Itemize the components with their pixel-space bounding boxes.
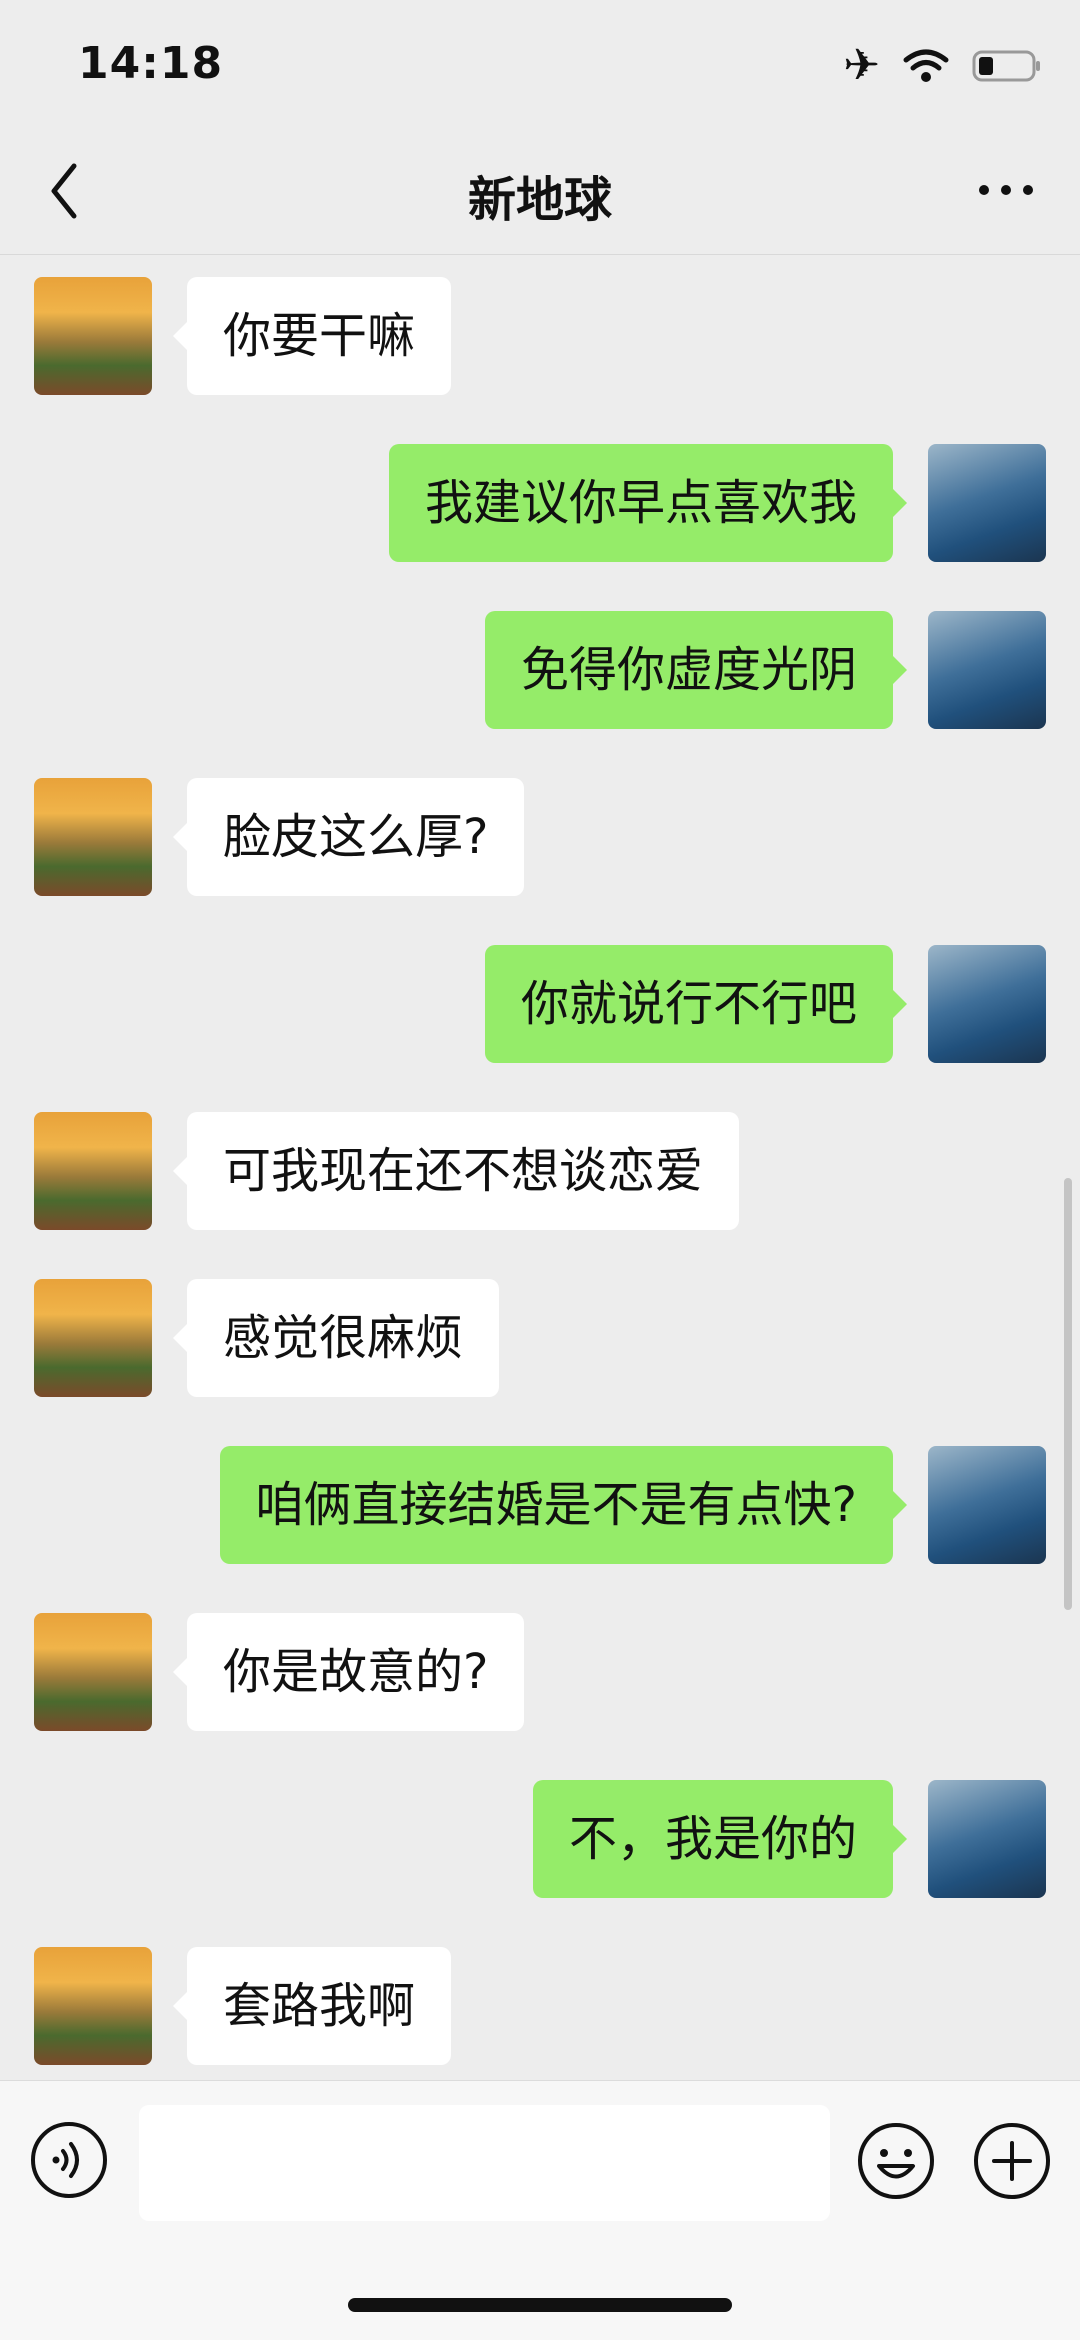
message-bubble[interactable]: 可我现在还不想谈恋爱 <box>172 1112 740 1230</box>
status-icons: ✈ <box>843 44 1042 88</box>
message-bubble[interactable]: 免得你虚度光阴 <box>484 611 908 729</box>
status-time: 14:18 <box>78 38 224 89</box>
message-row: 你要干嘛 <box>0 277 1080 397</box>
status-bar: 14:18 ✈ <box>0 0 1080 130</box>
wifi-icon <box>903 49 949 82</box>
contact-avatar[interactable] <box>34 778 152 896</box>
airplane-icon: ✈ <box>843 40 880 91</box>
chat-title: 新地球 <box>467 172 612 228</box>
message-bubble[interactable]: 套路我啊 <box>172 1947 452 2065</box>
voice-icon[interactable] <box>30 2121 108 2199</box>
message-row: 我建议你早点喜欢我 <box>0 444 1080 564</box>
message-bubble[interactable]: 不，我是你的 <box>532 1780 908 1898</box>
self-avatar[interactable] <box>928 945 1046 1063</box>
message-row: 感觉很麻烦 <box>0 1279 1080 1399</box>
scrollbar[interactable] <box>1064 1178 1072 1610</box>
message-bubble[interactable]: 你要干嘛 <box>172 277 452 395</box>
message-bubble[interactable]: 你就说行不行吧 <box>484 945 908 1063</box>
battery-icon <box>972 50 1040 82</box>
home-indicator[interactable] <box>348 2298 732 2312</box>
emoji-icon[interactable] <box>856 2121 936 2201</box>
message-bubble[interactable]: 感觉很麻烦 <box>172 1279 500 1397</box>
message-bubble[interactable]: 脸皮这么厚? <box>172 778 525 896</box>
message-row: 脸皮这么厚? <box>0 778 1080 898</box>
self-avatar[interactable] <box>928 611 1046 729</box>
message-bubble[interactable]: 你是故意的? <box>172 1613 525 1731</box>
message-row: 咱俩直接结婚是不是有点快? <box>0 1446 1080 1566</box>
contact-avatar[interactable] <box>34 277 152 395</box>
message-bubble[interactable]: 咱俩直接结婚是不是有点快? <box>219 1446 908 1564</box>
message-bubble[interactable]: 我建议你早点喜欢我 <box>388 444 908 562</box>
chat-area[interactable]: 你要干嘛 我建议你早点喜欢我 免得你虚度光阴 脸皮这么厚? 你就说行不行吧 可我… <box>0 255 1080 2080</box>
message-row: 你就说行不行吧 <box>0 945 1080 1065</box>
plus-icon[interactable] <box>972 2121 1052 2201</box>
self-avatar[interactable] <box>928 444 1046 562</box>
message-row: 套路我啊 <box>0 1947 1080 2067</box>
self-avatar[interactable] <box>928 1446 1046 1564</box>
self-avatar[interactable] <box>928 1780 1046 1898</box>
message-input[interactable] <box>139 2105 830 2221</box>
contact-avatar[interactable] <box>34 1613 152 1731</box>
contact-avatar[interactable] <box>34 1279 152 1397</box>
message-row: 免得你虚度光阴 <box>0 611 1080 731</box>
message-row: 你是故意的? <box>0 1613 1080 1733</box>
nav-bar: 新地球 <box>0 130 1080 255</box>
message-row: 不，我是你的 <box>0 1780 1080 1900</box>
contact-avatar[interactable] <box>34 1112 152 1230</box>
message-row: 可我现在还不想谈恋爱 <box>0 1112 1080 1232</box>
more-icon[interactable] <box>976 180 1036 200</box>
contact-avatar[interactable] <box>34 1947 152 2065</box>
